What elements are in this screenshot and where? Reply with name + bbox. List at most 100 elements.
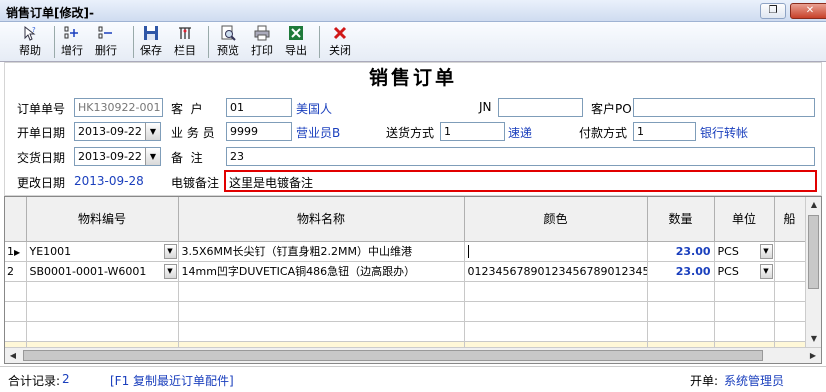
- customer-code-field[interactable]: 01: [226, 98, 292, 117]
- col-header-unit[interactable]: 单位: [714, 197, 775, 242]
- dropdown-arrow-icon[interactable]: ▼: [145, 148, 160, 165]
- delete-row-icon: [98, 26, 112, 39]
- scroll-thumb[interactable]: [23, 350, 763, 361]
- color-cell[interactable]: 0123456789012345678901234567890: [464, 261, 648, 282]
- plating-note-label: 电镀备注: [171, 176, 220, 190]
- item-code-cell[interactable]: YE1001 ▼: [26, 241, 179, 262]
- save-icon: [144, 26, 158, 40]
- copy-recent-hint[interactable]: [F1 复制最近订单配件]: [110, 372, 234, 389]
- add-row-button[interactable]: 增行: [56, 24, 88, 60]
- plating-note-field[interactable]: 这里是电镀备注: [224, 170, 817, 192]
- customer-name: 美国人: [296, 102, 333, 116]
- row-header-corner: [5, 197, 27, 242]
- modified-date-value: 2013-09-28: [74, 174, 144, 188]
- qty-cell[interactable]: 23.00: [647, 261, 715, 282]
- export-button[interactable]: 导出: [280, 24, 312, 60]
- customer-label: 客 户: [171, 102, 203, 116]
- dropdown-arrow-icon[interactable]: ▼: [759, 243, 773, 259]
- toolbar: ? 帮助 增行 删行 保存 栏目 预览 打印 导出 关闭: [0, 22, 826, 62]
- col-header-extra[interactable]: 船: [774, 197, 806, 242]
- help-button[interactable]: ? 帮助: [14, 24, 46, 60]
- delivery-date-picker[interactable]: 2013-09-22 ▼: [74, 147, 161, 166]
- color-cell[interactable]: [464, 241, 648, 262]
- col-header-item-code[interactable]: 物料编号: [26, 197, 179, 242]
- scroll-right-icon[interactable]: ▶: [805, 348, 821, 364]
- unit-cell[interactable]: PCS ▼: [714, 241, 775, 262]
- salesman-label: 业 务 员: [171, 126, 215, 140]
- creator-label: 开单:: [690, 374, 719, 388]
- excel-icon: [289, 26, 303, 40]
- ship-method-label: 送货方式: [386, 126, 435, 140]
- scroll-up-icon[interactable]: ▲: [806, 197, 822, 213]
- close-button[interactable]: 关闭: [324, 24, 356, 60]
- title-bar: 销售订单[修改]- ❐ ✕: [0, 0, 826, 22]
- dropdown-arrow-icon[interactable]: ▼: [163, 263, 177, 279]
- table-row[interactable]: 2 SB0001-0001-W6001 ▼ 14mm凹字DUVETICA铜486急…: [5, 261, 806, 282]
- delivery-date-label: 交货日期: [17, 151, 66, 165]
- record-count-label: 合计记录:: [8, 374, 61, 388]
- col-header-item-name[interactable]: 物料名称: [178, 197, 465, 242]
- dropdown-arrow-icon[interactable]: ▼: [145, 123, 160, 140]
- table-row[interactable]: [5, 281, 806, 302]
- dropdown-arrow-icon[interactable]: ▼: [163, 243, 177, 259]
- open-date-label: 开单日期: [17, 126, 66, 140]
- record-count: 2: [62, 372, 70, 386]
- col-header-color[interactable]: 颜色: [464, 197, 648, 242]
- ship-method-field[interactable]: 1: [440, 122, 505, 141]
- pay-method-name: 银行转帐: [700, 126, 749, 140]
- preview-icon: [221, 25, 236, 41]
- col-header-qty[interactable]: 数量: [647, 197, 715, 242]
- status-bar: 合计记录: 2 [F1 复制最近订单配件] 开单: 系统管理员: [0, 366, 826, 392]
- close-x-icon: [333, 26, 347, 40]
- row-marker: 2: [5, 261, 27, 282]
- row-marker: 1▶: [5, 241, 27, 262]
- customer-po-label: 客户PO: [591, 102, 632, 116]
- delete-row-button[interactable]: 删行: [90, 24, 122, 60]
- print-button[interactable]: 打印: [246, 24, 278, 60]
- save-button[interactable]: 保存: [135, 24, 167, 60]
- dropdown-arrow-icon[interactable]: ▼: [759, 263, 773, 279]
- columns-button[interactable]: 栏目: [169, 24, 201, 60]
- jn-field[interactable]: [498, 98, 583, 117]
- table-row[interactable]: [5, 301, 806, 322]
- preview-button[interactable]: 预览: [212, 24, 244, 60]
- salesman-code-field[interactable]: 9999: [226, 122, 292, 141]
- close-window-button[interactable]: ✕: [790, 3, 826, 19]
- pay-method-field[interactable]: 1: [633, 122, 696, 141]
- open-date-picker[interactable]: 2013-09-22 ▼: [74, 122, 161, 141]
- order-no-label: 订单单号: [17, 102, 66, 116]
- page-title: 销售订单: [4, 62, 822, 92]
- restore-icon: ❐: [768, 5, 778, 16]
- scroll-left-icon[interactable]: ◀: [5, 348, 21, 364]
- table-row[interactable]: 1▶ YE1001 ▼ 3.5X6MM长尖钉（钉直身粗2.2MM）中山维港 23.…: [5, 241, 806, 262]
- extra-cell[interactable]: [774, 261, 806, 282]
- printer-icon: [254, 25, 270, 41]
- item-code-cell[interactable]: SB0001-0001-W6001 ▼: [26, 261, 179, 282]
- extra-cell[interactable]: [774, 241, 806, 262]
- order-no-field[interactable]: HK130922-001: [74, 98, 163, 117]
- jn-label: JN: [479, 100, 492, 114]
- horizontal-scrollbar[interactable]: ◀ ▶: [5, 347, 821, 363]
- order-form: 订单单号 HK130922-001 客 户 01 美国人 JN 客户PO 开单日…: [4, 92, 822, 196]
- columns-icon: [179, 27, 191, 39]
- item-name-cell[interactable]: 14mm凹字DUVETICA铜486急钮（边高跟办）: [178, 261, 465, 282]
- add-row-icon: [64, 26, 78, 39]
- pay-method-label: 付款方式: [579, 126, 628, 140]
- item-name-cell[interactable]: 3.5X6MM长尖钉（钉直身粗2.2MM）中山维港: [178, 241, 465, 262]
- salesman-name: 营业员B: [296, 126, 341, 140]
- close-icon: ✕: [805, 5, 815, 16]
- qty-cell[interactable]: 23.00: [647, 241, 715, 262]
- customer-po-field[interactable]: [633, 98, 815, 117]
- restore-button[interactable]: ❐: [760, 3, 786, 19]
- vertical-scrollbar[interactable]: ▲ ▼: [805, 197, 821, 347]
- modified-date-label: 更改日期: [17, 176, 66, 190]
- svg-text:?: ?: [32, 26, 36, 34]
- scroll-thumb[interactable]: [808, 215, 819, 289]
- scroll-down-icon[interactable]: ▼: [806, 331, 822, 347]
- table-row[interactable]: [5, 321, 806, 342]
- unit-cell[interactable]: PCS ▼: [714, 261, 775, 282]
- order-lines-grid: 物料编号 物料名称 颜色 数量 单位 船 1▶ YE1001 ▼ 3.5X6MM长…: [4, 196, 822, 364]
- note-field[interactable]: 23: [226, 147, 815, 166]
- window-title: 销售订单[修改]-: [6, 6, 94, 20]
- ship-method-name: 速递: [508, 126, 533, 140]
